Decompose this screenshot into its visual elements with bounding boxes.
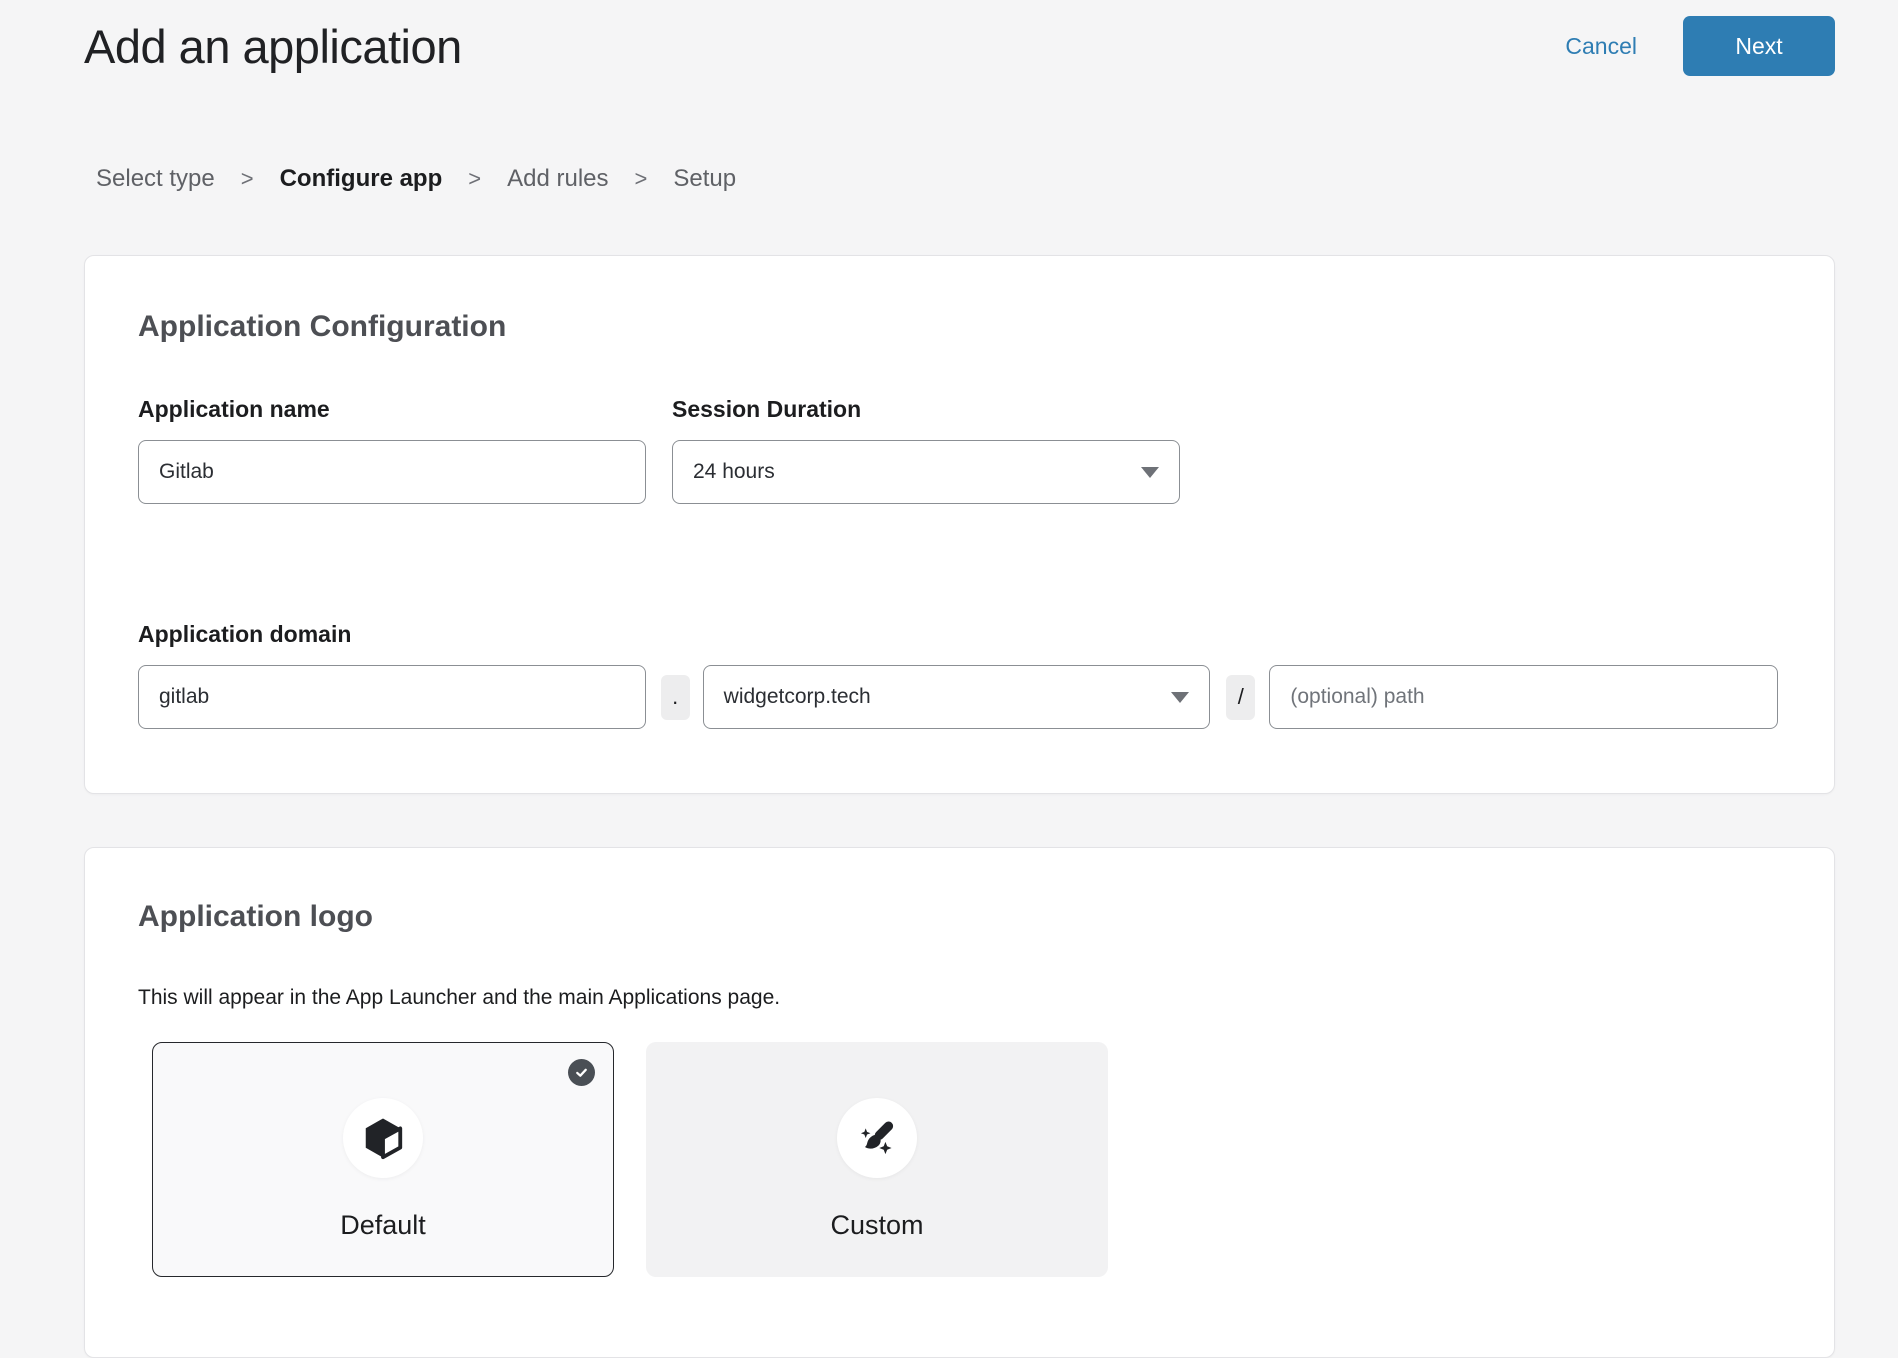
breadcrumb-step-select-type[interactable]: Select type bbox=[96, 165, 215, 193]
default-logo-circle bbox=[343, 1098, 423, 1178]
logo-option-label: Custom bbox=[647, 1210, 1107, 1241]
application-domain-label: Application domain bbox=[138, 621, 1778, 648]
application-name-label: Application name bbox=[138, 396, 646, 423]
breadcrumb-step-configure-app[interactable]: Configure app bbox=[280, 165, 443, 193]
application-name-input[interactable] bbox=[138, 440, 646, 504]
logo-option-label: Default bbox=[153, 1210, 613, 1241]
application-configuration-heading: Application Configuration bbox=[138, 310, 1778, 344]
path-input[interactable] bbox=[1269, 665, 1778, 729]
application-logo-heading: Application logo bbox=[138, 900, 1778, 934]
cancel-button[interactable]: Cancel bbox=[1565, 33, 1637, 60]
subdomain-input[interactable] bbox=[138, 665, 646, 729]
session-duration-label: Session Duration bbox=[672, 396, 1180, 423]
breadcrumb-separator: > bbox=[241, 166, 254, 192]
logo-option-default[interactable]: Default bbox=[152, 1042, 614, 1277]
logo-option-custom[interactable]: Custom bbox=[646, 1042, 1108, 1277]
session-duration-field-group: Session Duration 24 hours bbox=[672, 396, 1180, 504]
breadcrumb-step-add-rules[interactable]: Add rules bbox=[507, 165, 608, 193]
custom-logo-circle bbox=[837, 1098, 917, 1178]
application-domain-section: Application domain . widgetcorp.tech / bbox=[138, 621, 1778, 729]
page-title: Add an application bbox=[84, 19, 1565, 74]
breadcrumb: Select type > Configure app > Add rules … bbox=[96, 165, 1898, 193]
selected-check-badge bbox=[568, 1059, 595, 1086]
name-duration-row: Application name Session Duration 24 hou… bbox=[138, 396, 1778, 504]
domain-select[interactable]: widgetcorp.tech bbox=[703, 665, 1211, 729]
breadcrumb-separator: > bbox=[635, 166, 648, 192]
page-header: Add an application Cancel Next bbox=[0, 0, 1898, 92]
paintbrush-icon bbox=[854, 1115, 900, 1161]
application-logo-card: Application logo This will appear in the… bbox=[84, 847, 1835, 1358]
logo-options-row: Default Custom bbox=[152, 1042, 1778, 1277]
breadcrumb-separator: > bbox=[468, 166, 481, 192]
chevron-down-icon bbox=[1171, 692, 1189, 703]
domain-select-value: widgetcorp.tech bbox=[724, 685, 871, 709]
slash-separator: / bbox=[1226, 675, 1255, 720]
session-duration-value: 24 hours bbox=[693, 460, 775, 484]
application-name-field-group: Application name bbox=[138, 396, 646, 504]
application-logo-description: This will appear in the App Launcher and… bbox=[138, 986, 1778, 1010]
chevron-down-icon bbox=[1141, 467, 1159, 478]
dot-separator: . bbox=[661, 675, 690, 720]
application-domain-row: . widgetcorp.tech / bbox=[138, 665, 1778, 729]
next-button[interactable]: Next bbox=[1683, 16, 1835, 76]
breadcrumb-step-setup[interactable]: Setup bbox=[673, 165, 736, 193]
session-duration-select[interactable]: 24 hours bbox=[672, 440, 1180, 504]
cube-icon bbox=[360, 1115, 406, 1161]
application-configuration-card: Application Configuration Application na… bbox=[84, 255, 1835, 794]
check-icon bbox=[573, 1064, 590, 1081]
